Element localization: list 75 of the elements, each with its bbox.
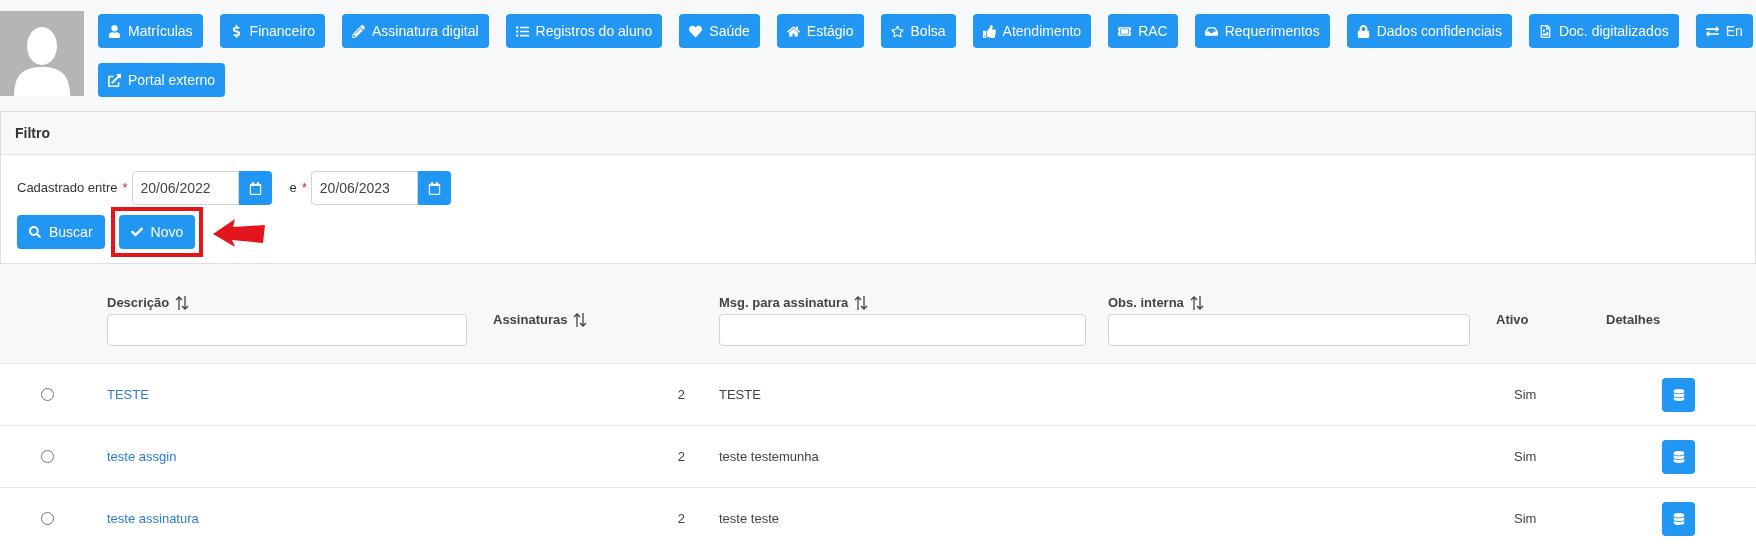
pencil-icon [351, 24, 365, 38]
table-cell-text: Sim [1513, 447, 1538, 466]
inbox-icon [1204, 24, 1218, 38]
sort-icon[interactable] [1189, 294, 1204, 311]
table-cell-text: TESTE [718, 385, 762, 404]
date-field[interactable]: 20/06/2023 [310, 171, 418, 205]
database-icon [1672, 512, 1685, 525]
search-icon [29, 226, 41, 238]
heart-icon [689, 24, 703, 38]
calendar-button[interactable] [417, 171, 451, 205]
column-filter-field[interactable] [719, 314, 1086, 347]
arrows-icon [1705, 24, 1719, 38]
column-header: Detalhes [1606, 310, 1661, 329]
database-icon [1672, 388, 1685, 401]
new-button[interactable]: Novo [118, 215, 196, 249]
nav-button[interactable]: Bolsa [880, 14, 956, 48]
column-filter-field[interactable] [1108, 314, 1470, 347]
table-cell-text: Sim [1513, 509, 1538, 528]
nav-button[interactable]: En [1695, 14, 1753, 48]
person-silhouette-icon [12, 24, 72, 96]
description-link[interactable]: teste assinatura [95, 508, 477, 529]
check-icon [130, 226, 143, 238]
field-label: Cadastrado entre [17, 179, 118, 198]
column-header: Ativo [1496, 310, 1529, 329]
nav-button[interactable]: Financeiro [219, 14, 325, 48]
database-icon [1672, 450, 1685, 463]
column-header: Msg. para assinatura [719, 293, 849, 312]
column-header: Assinaturas [493, 310, 568, 329]
required-mark: * [122, 179, 128, 198]
details-button[interactable] [1662, 439, 1695, 474]
details-button[interactable] [1662, 501, 1695, 536]
thumbs-up-icon [982, 24, 996, 38]
panel-title: Filtro [15, 123, 50, 143]
sort-icon[interactable] [175, 294, 190, 311]
nav-button[interactable]: Matrículas [98, 14, 203, 48]
table-cell-text: teste testemunha [718, 447, 820, 466]
nav-button[interactable]: RAC [1108, 14, 1178, 48]
field-label: e [289, 179, 297, 198]
table-cell-text: 2 [676, 509, 686, 528]
arrow-icon [213, 217, 266, 247]
description-link[interactable]: teste assgin [95, 446, 477, 467]
details-button[interactable] [1662, 377, 1695, 412]
nav-button[interactable]: Assinatura digital [341, 14, 489, 48]
table-cell-text: 2 [676, 385, 686, 404]
sort-icon[interactable] [854, 294, 869, 311]
column-header: Descrição [107, 293, 170, 312]
image-file-icon [1538, 24, 1552, 38]
calendar-icon [427, 181, 441, 195]
user-icon [108, 24, 121, 38]
required-mark: * [301, 179, 307, 198]
lock-icon [1356, 24, 1370, 38]
nav-button[interactable]: Requerimentos [1194, 14, 1330, 48]
nav-button[interactable]: Dados confidenciais [1346, 14, 1512, 48]
column-filter-field[interactable] [107, 314, 467, 347]
nav-button[interactable]: Saúde [679, 14, 760, 48]
column-header: Obs. interna [1108, 293, 1184, 312]
nav-button[interactable]: Portal externo [98, 63, 226, 97]
home-icon [786, 24, 800, 38]
description-link[interactable]: TESTE [95, 384, 477, 405]
table-cell-text: 2 [676, 447, 686, 466]
nav-button[interactable]: Atendimento [972, 14, 1092, 48]
table-cell-text: Sim [1513, 385, 1538, 404]
search-button[interactable]: Buscar [17, 215, 105, 249]
calendar-icon [248, 181, 262, 195]
list-icon [515, 24, 529, 38]
nav-button[interactable]: Doc. digitalizados [1528, 14, 1679, 48]
star-icon [890, 24, 904, 38]
nav-button[interactable]: Registros do aluno [505, 14, 663, 48]
table-cell-text: teste teste [718, 509, 780, 528]
date-field[interactable]: 20/06/2022 [131, 171, 239, 205]
external-link-icon [108, 73, 121, 87]
nav-button[interactable]: Estágio [776, 14, 864, 48]
sort-icon[interactable] [573, 311, 588, 328]
calendar-button[interactable] [238, 171, 272, 205]
ticket-icon [1118, 24, 1132, 38]
